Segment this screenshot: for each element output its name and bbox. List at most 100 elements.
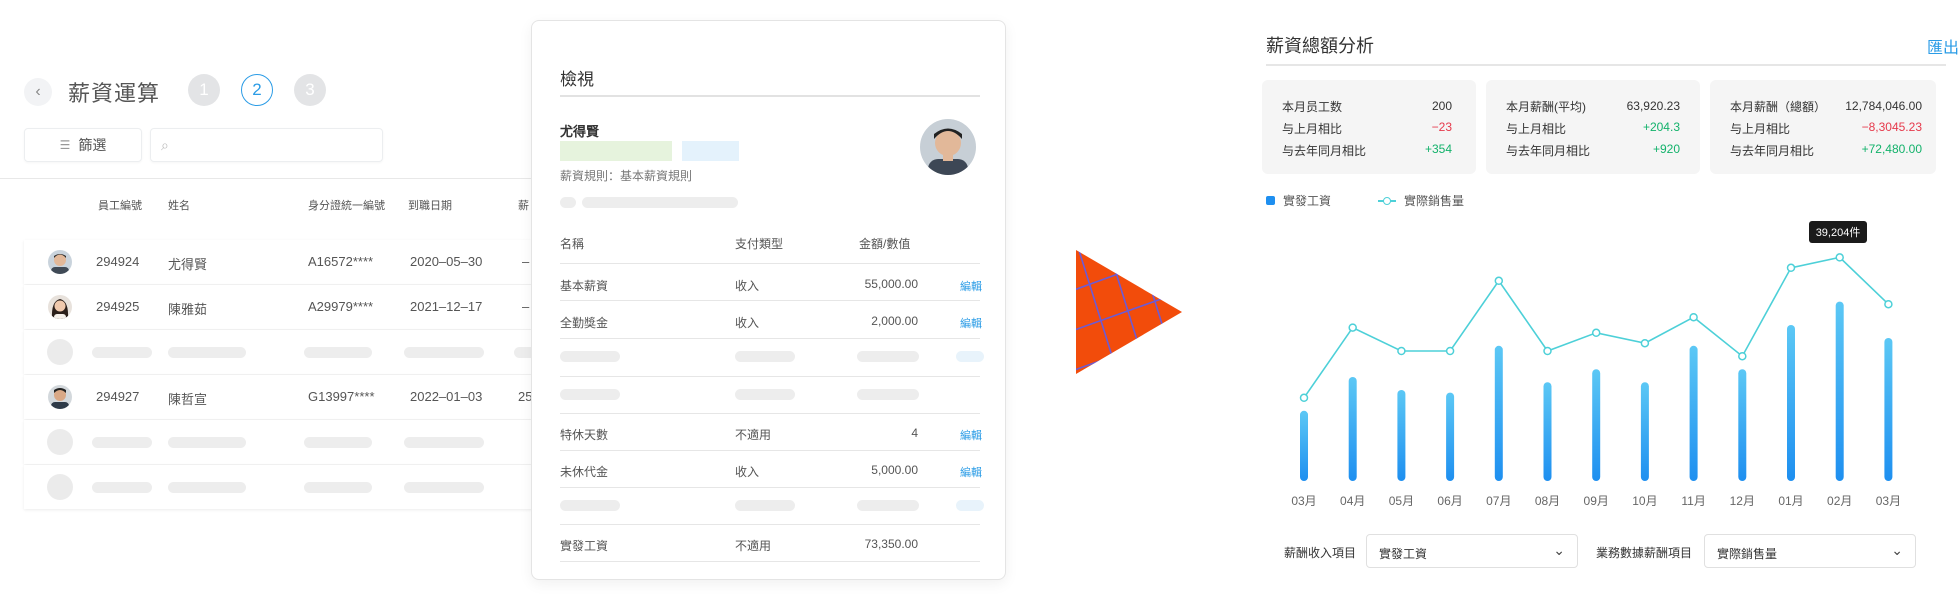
bar-11[interactable]	[1835, 301, 1844, 481]
line-point-9[interactable]	[1738, 351, 1747, 361]
step-3[interactable]: 3	[294, 74, 326, 106]
line-point-12[interactable]	[1884, 299, 1893, 309]
bar-9[interactable]	[1738, 369, 1747, 481]
bar-12[interactable]	[1884, 338, 1893, 481]
x-tick-label: 04月	[1340, 494, 1365, 508]
table-row[interactable]: 294924 尤得賢 A16572**** 2020–05–30 –	[24, 240, 560, 284]
bar-1[interactable]	[1348, 377, 1357, 481]
line-point-1[interactable]	[1348, 323, 1357, 332]
stat-card-average-pay: 本月薪酬(平均) 63,920.23 与上月相比 +204.3 与去年同月相比 …	[1486, 80, 1700, 174]
stat-value: −23	[1431, 120, 1452, 134]
bar-3[interactable]	[1446, 392, 1455, 481]
line-point-6[interactable]	[1591, 328, 1601, 338]
filter-button[interactable]: ☰ 篩選	[24, 128, 142, 162]
view-modal: 檢視 尤得賢 薪資規則：基本薪資規則 名稱 支付類型 金額/數值 基本薪資 收入…	[531, 20, 1006, 580]
item-name: 基本薪資	[560, 279, 609, 293]
stat-value: 200	[1431, 99, 1452, 113]
search-icon: ⌕	[161, 137, 169, 153]
salary-chart: 03月 04月 05月 06月 07月 08月 09月 10月 11月 12月 01月 02月 03月	[1291, 253, 1901, 508]
x-tick-label: 03月	[1876, 494, 1901, 508]
item-name: 特休天數	[560, 428, 609, 442]
line-point-11[interactable]	[1835, 253, 1844, 262]
item-type: 收入	[735, 279, 760, 293]
edit-link[interactable]: 編輯	[960, 427, 982, 443]
edit-link[interactable]: 編輯	[960, 315, 982, 331]
line-point-8[interactable]	[1689, 312, 1698, 322]
stat-label: 本月薪酬(平均)	[1506, 100, 1586, 114]
line-point-10[interactable]	[1786, 263, 1796, 273]
step-2[interactable]: 2	[241, 74, 273, 106]
skeleton-avatar	[47, 429, 73, 455]
x-tick-label: 10月	[1632, 494, 1657, 508]
search-input[interactable]	[181, 133, 371, 157]
row-divider	[560, 376, 980, 377]
stat-label: 与去年同月相比	[1282, 144, 1367, 158]
filter-label: 篩選	[78, 137, 107, 153]
row-divider	[560, 413, 980, 414]
edit-link[interactable]: 編輯	[960, 464, 982, 480]
row-divider	[560, 487, 980, 488]
salary-analysis-panel: 薪資總額分析 匯出 本月员工数 200 与上月相比 −23 与去年同月相比 +3…	[1250, 0, 1959, 606]
modal-title: 檢視	[560, 70, 594, 89]
stat-label: 本月员工数	[1282, 100, 1343, 114]
skeleton-bar	[560, 500, 620, 511]
export-button[interactable]: 匯出	[1927, 34, 1959, 58]
line-point-2[interactable]	[1397, 346, 1406, 356]
employee-id: 294924	[96, 254, 140, 269]
skeleton-bar	[304, 347, 372, 358]
analysis-divider	[1266, 64, 1946, 66]
national-id: A29979****	[308, 299, 374, 314]
x-tick-label: 08月	[1535, 494, 1560, 508]
bar-10[interactable]	[1787, 325, 1795, 481]
bar-0[interactable]	[1300, 410, 1308, 481]
step-1[interactable]: 1	[188, 74, 220, 106]
back-button[interactable]: ‹	[24, 78, 52, 106]
chevron-down-icon: ⌄	[1891, 542, 1903, 558]
item-type: 不適用	[735, 428, 772, 442]
business-item-select[interactable]: 實際銷售量 ⌄	[1704, 534, 1916, 568]
start-date: 2021–12–17	[410, 299, 483, 314]
legend-item-bar[interactable]: 實發工資	[1266, 192, 1331, 209]
skeleton-bar	[92, 347, 152, 358]
employee-name: 陳雅茹	[168, 302, 208, 317]
legend-label: 實發工資	[1283, 194, 1332, 208]
x-tick-label: 02月	[1827, 494, 1852, 508]
x-tick-label: 11月	[1681, 494, 1705, 508]
avatar	[48, 385, 72, 409]
bar-2[interactable]	[1397, 390, 1406, 481]
bar-7[interactable]	[1640, 382, 1649, 481]
line-point-7[interactable]	[1640, 338, 1650, 348]
line-point-0[interactable]	[1299, 393, 1309, 403]
table-row[interactable]: 294925 陳雅茹 A29979**** 2021–12–17 –	[24, 285, 560, 329]
row-divider	[560, 561, 980, 562]
line-point-3[interactable]	[1445, 346, 1455, 356]
line-point-4[interactable]	[1494, 276, 1504, 286]
salary-rule: 薪資規則：基本薪資規則	[560, 169, 693, 183]
skeleton-bar	[304, 482, 372, 493]
bar-8[interactable]	[1689, 345, 1698, 481]
edit-link[interactable]: 編輯	[960, 278, 982, 294]
filter-icon: ☰	[59, 138, 71, 152]
employee-avatar	[920, 119, 976, 175]
avatar	[48, 295, 72, 319]
row-divider	[560, 524, 980, 525]
bar-6[interactable]	[1592, 369, 1601, 481]
national-id: G13997****	[308, 389, 375, 404]
skeleton-bar	[735, 500, 795, 511]
employee-tag	[560, 141, 672, 161]
chevron-left-icon: ‹	[35, 83, 41, 100]
bar-4[interactable]	[1494, 345, 1503, 481]
legend-label: 實際銷售量	[1404, 194, 1465, 208]
header-pay-type: 支付類型	[735, 237, 784, 251]
stat-label: 与去年同月相比	[1506, 144, 1591, 158]
income-item-select[interactable]: 實發工資 ⌄	[1366, 534, 1578, 568]
bar-5[interactable]	[1543, 382, 1552, 481]
table-row[interactable]: 294927 陳哲宣 G13997**** 2022–01–03 25	[24, 375, 560, 419]
business-item-value: 實際銷售量	[1717, 547, 1778, 561]
stat-card-total-pay: 本月薪酬（總額） 12,784,046.00 与上月相比 −8,3045.23 …	[1710, 80, 1936, 174]
line-point-5[interactable]	[1543, 346, 1552, 356]
legend-item-line[interactable]: 實際銷售量	[1378, 192, 1464, 209]
header-amount: 金額/數值	[859, 237, 911, 251]
skeleton-bar	[404, 437, 484, 448]
x-tick-label: 12月	[1730, 494, 1755, 508]
